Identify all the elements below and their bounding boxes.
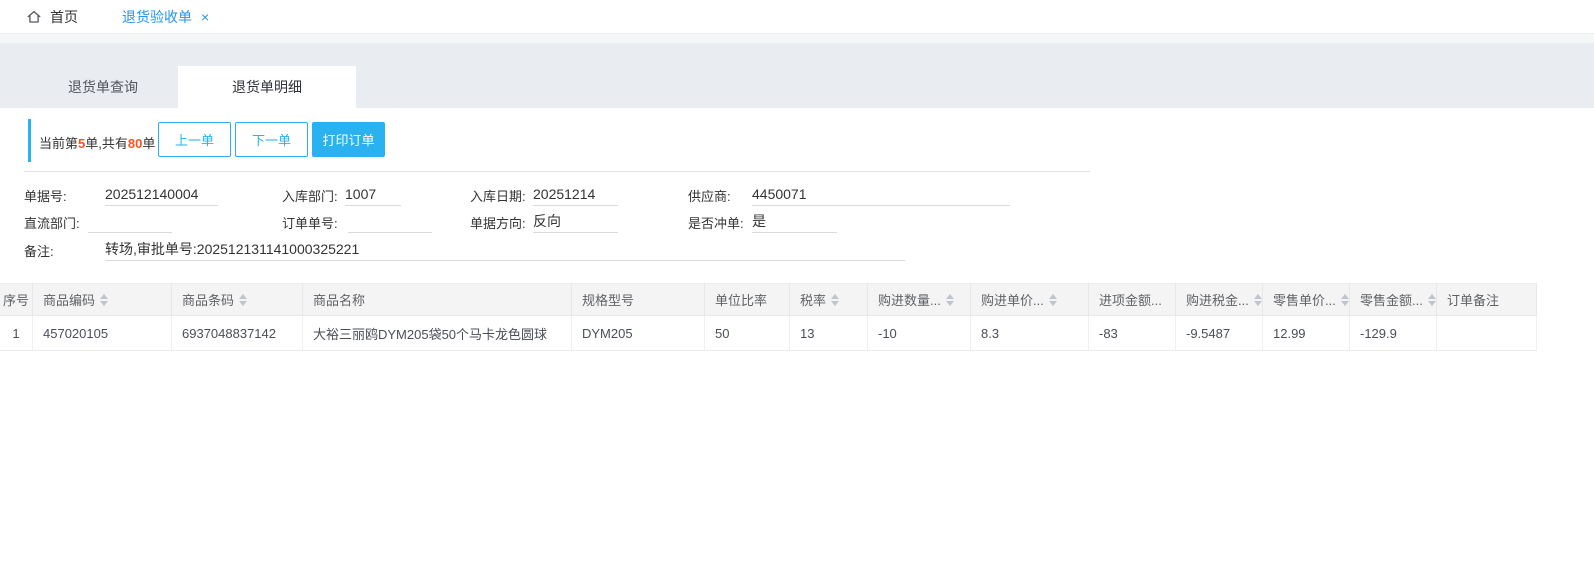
table-cell: 大裕三丽鸥DYM205袋50个马卡龙色圆球: [303, 316, 572, 351]
table-body: 14570201056937048837142大裕三丽鸥DYM205袋50个马卡…: [0, 316, 1537, 351]
column-header[interactable]: 商品条码: [172, 284, 303, 316]
table-row[interactable]: 14570201056937048837142大裕三丽鸥DYM205袋50个马卡…: [0, 316, 1537, 351]
direction-field[interactable]: 反向: [533, 212, 618, 233]
table-cell: 6937048837142: [172, 316, 303, 351]
column-header: 序号: [0, 284, 33, 316]
sort-caret-icon[interactable]: [1049, 294, 1057, 306]
column-header: 进项金额...: [1089, 284, 1176, 316]
tab-return-query[interactable]: 退货单查询: [28, 66, 178, 108]
column-header: 规格型号: [572, 284, 705, 316]
sort-caret-icon[interactable]: [1254, 294, 1262, 306]
column-header-label: 购进单价...: [981, 290, 1044, 309]
section-divider: [24, 171, 1090, 172]
sort-caret-icon[interactable]: [1341, 294, 1349, 306]
sort-caret-icon[interactable]: [239, 294, 247, 306]
direction-label: 单据方向:: [470, 214, 526, 234]
order-no-field[interactable]: [348, 212, 432, 233]
table-header-row: 序号商品编码 商品条码 商品名称 规格型号 单位比率 税率 购进数量... 购进单价... 进项…: [0, 283, 1537, 316]
direct-dept-field[interactable]: [88, 212, 172, 233]
table-cell: -9.5487: [1176, 316, 1263, 351]
close-icon[interactable]: ×: [201, 10, 209, 24]
counter-suffix: 单: [142, 136, 155, 151]
direct-dept-label: 直流部门:: [24, 214, 80, 234]
column-header[interactable]: 购进单价...: [971, 284, 1089, 316]
home-icon: [26, 9, 42, 25]
table-cell: -10: [868, 316, 971, 351]
table-cell: -83: [1089, 316, 1176, 351]
doc-tab-label: 退货验收单: [122, 7, 192, 27]
next-order-button[interactable]: 下一单: [235, 122, 308, 157]
table-cell: -129.9: [1350, 316, 1437, 351]
table-cell: 1: [0, 316, 33, 351]
counter-middle: 单,共有: [85, 136, 128, 151]
is-reversal-label: 是否冲单:: [688, 214, 744, 234]
date-in-label: 入库日期:: [470, 187, 526, 207]
tab-return-detail[interactable]: 退货单明细: [178, 66, 356, 108]
sort-caret-icon[interactable]: [831, 294, 839, 306]
column-header-label: 商品条码: [182, 290, 234, 309]
sort-caret-icon[interactable]: [1428, 294, 1436, 306]
column-header[interactable]: 商品编码: [33, 284, 172, 316]
home-tab-label: 首页: [50, 7, 78, 27]
table-cell: 12.99: [1263, 316, 1350, 351]
table-cell: DYM205: [572, 316, 705, 351]
doc-no-label: 单据号:: [24, 187, 67, 207]
dept-in-field[interactable]: 1007: [345, 185, 401, 206]
prev-order-button[interactable]: 上一单: [158, 122, 231, 157]
column-header-label: 零售单价...: [1273, 290, 1336, 309]
tab-return-query-label: 退货单查询: [68, 77, 138, 97]
order-counter: 当前第5单,共有80单: [39, 133, 155, 152]
subtab-bar: 退货单查询 退货单明细: [28, 66, 356, 108]
items-table: 序号商品编码 商品条码 商品名称 规格型号 单位比率 税率 购进数量... 购进单价... 进项…: [0, 283, 1537, 351]
column-header[interactable]: 零售单价...: [1263, 284, 1350, 316]
supplier-label: 供应商:: [688, 187, 731, 207]
column-header: 商品名称: [303, 284, 572, 316]
header-spacer-band: [0, 34, 1594, 43]
column-header[interactable]: 购进数量...: [868, 284, 971, 316]
column-header-label: 购进税金...: [1186, 290, 1249, 309]
accent-bar: [28, 119, 31, 162]
table-cell: 457020105: [33, 316, 172, 351]
column-header-label: 订单备注: [1447, 290, 1499, 309]
column-header-label: 商品编码: [43, 290, 95, 309]
dept-in-label: 入库部门:: [282, 187, 338, 207]
column-header-label: 商品名称: [313, 290, 365, 309]
home-tab[interactable]: 首页: [26, 7, 78, 27]
column-header-label: 单位比率: [715, 290, 767, 309]
order-no-label: 订单单号:: [282, 214, 338, 234]
top-tab-bar: 首页 退货验收单 ×: [0, 0, 1594, 34]
supplier-field[interactable]: 4450071: [752, 185, 1010, 206]
remark-field[interactable]: 转场,审批单号:202512131141000325221: [105, 240, 905, 261]
column-header[interactable]: 购进税金...: [1176, 284, 1263, 316]
table-cell: [1437, 316, 1537, 351]
column-header: 订单备注: [1437, 284, 1537, 316]
sort-caret-icon[interactable]: [100, 294, 108, 306]
column-header-label: 规格型号: [582, 290, 634, 309]
counter-total: 80: [128, 136, 142, 151]
doc-no-field[interactable]: 202512140004: [105, 185, 218, 206]
counter-prefix: 当前第: [39, 136, 78, 151]
sort-caret-icon[interactable]: [946, 294, 954, 306]
tab-return-detail-label: 退货单明细: [232, 77, 302, 97]
column-header: 单位比率: [705, 284, 790, 316]
column-header[interactable]: 零售金额...: [1350, 284, 1437, 316]
date-in-field[interactable]: 20251214: [533, 185, 618, 206]
column-header[interactable]: 税率: [790, 284, 868, 316]
table-cell: 8.3: [971, 316, 1089, 351]
table-cell: 50: [705, 316, 790, 351]
column-header-label: 零售金额...: [1360, 290, 1423, 309]
is-reversal-field[interactable]: 是: [752, 212, 837, 233]
table-cell: 13: [790, 316, 868, 351]
column-header-label: 进项金额...: [1099, 290, 1162, 309]
doc-tab[interactable]: 退货验收单 ×: [122, 7, 209, 27]
column-header-label: 税率: [800, 290, 826, 309]
column-header-label: 序号: [3, 290, 29, 309]
remark-label: 备注:: [24, 242, 54, 262]
print-order-button[interactable]: 打印订单: [312, 122, 385, 157]
column-header-label: 购进数量...: [878, 290, 941, 309]
